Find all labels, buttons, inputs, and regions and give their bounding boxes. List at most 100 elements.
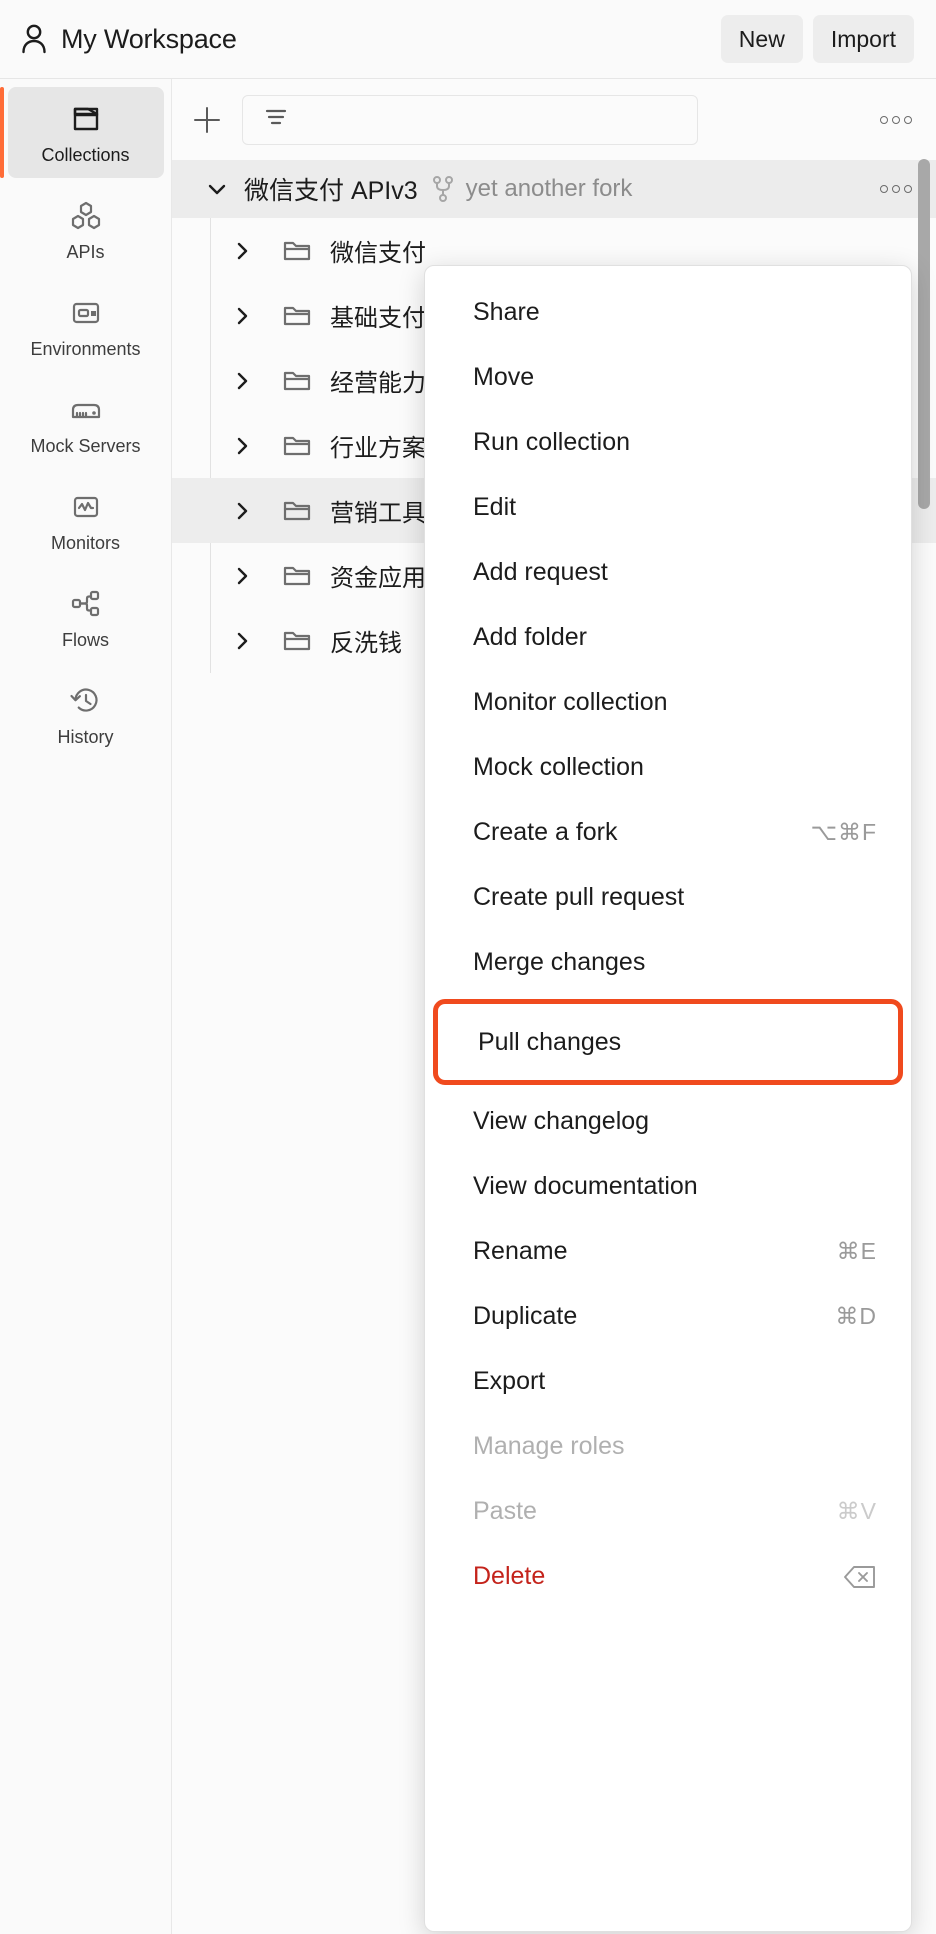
folder-name: 营销工具: [330, 500, 426, 527]
menu-item-share[interactable]: Share: [425, 280, 911, 345]
chevron-down-icon[interactable]: [200, 176, 234, 202]
postman-window: My Workspace New Import Collections APIs…: [0, 0, 936, 1934]
sidebar-item-collections[interactable]: Collections: [0, 87, 164, 178]
fork-icon: [431, 175, 455, 203]
folder-name: 反洗钱: [330, 630, 402, 657]
menu-item-label: Share: [473, 298, 540, 326]
menu-item-label: View changelog: [473, 1107, 650, 1135]
menu-item-label: Export: [473, 1367, 546, 1395]
menu-item-label: Rename: [473, 1237, 568, 1265]
sidebar-item-mock-servers[interactable]: Mock Servers: [8, 378, 164, 469]
menu-item-create-pull-request[interactable]: Create pull request: [425, 865, 911, 930]
chevron-right-icon[interactable]: [224, 434, 260, 458]
menu-item-move[interactable]: Move: [425, 345, 911, 410]
top-bar: My Workspace New Import: [0, 0, 936, 79]
sidebar-label: Monitors: [50, 533, 121, 553]
menu-item-shortcut: ⌘D: [835, 1303, 877, 1329]
menu-item-create-a-fork[interactable]: Create a fork ⌥⌘F: [425, 800, 911, 865]
sidebar-item-apis[interactable]: APIs: [8, 184, 164, 275]
workspace-title: My Workspace: [61, 23, 237, 54]
menu-item-label: Monitor collection: [473, 688, 668, 716]
collection-ellipsis-icon[interactable]: [880, 185, 912, 193]
collection-header-row[interactable]: 微信支付 APIv3 yet another fork: [172, 160, 936, 218]
topbar-actions: New Import: [720, 15, 914, 63]
menu-item-export[interactable]: Export: [425, 1349, 911, 1414]
menu-item-label: Manage roles: [473, 1432, 625, 1460]
folder-name: 基础支付: [330, 305, 426, 332]
menu-item-run-collection[interactable]: Run collection: [425, 410, 911, 475]
menu-item-paste: Paste ⌘V: [425, 1479, 911, 1544]
filter-input[interactable]: [242, 94, 698, 145]
menu-item-duplicate[interactable]: Duplicate ⌘D: [425, 1284, 911, 1349]
menu-item-pull-changes[interactable]: Pull changes: [433, 999, 903, 1085]
chevron-right-icon[interactable]: [224, 499, 260, 523]
menu-item-label: Create a fork: [473, 818, 618, 846]
toolbar-ellipsis-icon[interactable]: [880, 115, 912, 124]
menu-item-label: Add folder: [473, 623, 587, 651]
plus-icon[interactable]: [184, 97, 230, 143]
sidebar-label: Collections: [41, 145, 130, 165]
menu-item-view-documentation[interactable]: View documentation: [425, 1154, 911, 1219]
sidebar-label: Environments: [30, 339, 141, 359]
sidebar-item-monitors[interactable]: Monitors: [8, 475, 164, 566]
sidebar-label: History: [57, 727, 114, 747]
collections-toolbar: [172, 79, 936, 160]
menu-item-label: Run collection: [473, 428, 631, 456]
menu-item-label: View documentation: [473, 1172, 698, 1200]
folder-icon: [282, 238, 312, 264]
menu-item-shortcut: ⌘E: [836, 1238, 877, 1264]
fork-label: yet another fork: [465, 175, 633, 202]
folder-icon: [282, 628, 312, 654]
menu-item-label: Create pull request: [473, 883, 685, 911]
menu-item-label: Paste: [473, 1497, 537, 1525]
collection-context-menu: Share Move Run collection Edit Add reque…: [424, 265, 912, 1932]
menu-item-label: Move: [473, 363, 535, 391]
menu-item-shortcut: ⌥⌘F: [810, 819, 877, 845]
chevron-right-icon[interactable]: [224, 564, 260, 588]
menu-item-view-changelog[interactable]: View changelog: [425, 1089, 911, 1154]
menu-item-label: Pull changes: [478, 1027, 622, 1056]
folder-icon: [282, 368, 312, 394]
sidebar-item-history[interactable]: History: [8, 669, 164, 760]
vertical-scrollbar[interactable]: [918, 159, 930, 509]
menu-item-label: Edit: [473, 493, 517, 521]
chevron-right-icon[interactable]: [224, 629, 260, 653]
folder-name: 经营能力: [330, 370, 426, 397]
sidebar-label: Mock Servers: [30, 436, 141, 456]
chevron-right-icon[interactable]: [224, 304, 260, 328]
menu-item-add-request[interactable]: Add request: [425, 540, 911, 605]
menu-item-label: Duplicate: [473, 1302, 578, 1330]
left-sidebar: Collections APIs Environments Mock Serve…: [0, 79, 172, 1934]
menu-item-delete[interactable]: Delete: [425, 1544, 911, 1609]
sidebar-label: APIs: [66, 242, 105, 262]
mock-servers-icon: [68, 392, 104, 428]
menu-item-add-folder[interactable]: Add folder: [425, 605, 911, 670]
menu-item-merge-changes[interactable]: Merge changes: [425, 930, 911, 995]
folder-name: 行业方案: [330, 435, 426, 462]
menu-item-monitor-collection[interactable]: Monitor collection: [425, 670, 911, 735]
folder-icon: [282, 563, 312, 589]
folder-name: 资金应用: [330, 565, 426, 592]
chevron-right-icon[interactable]: [224, 239, 260, 263]
menu-item-edit[interactable]: Edit: [425, 475, 911, 540]
collection-name: 微信支付 APIv3: [244, 177, 418, 205]
sidebar-item-environments[interactable]: Environments: [8, 281, 164, 372]
new-button[interactable]: New: [720, 15, 803, 63]
menu-item-label: Mock collection: [473, 753, 644, 781]
folder-icon: [282, 433, 312, 459]
sidebar-item-flows[interactable]: Flows: [8, 572, 164, 663]
environments-icon: [68, 295, 104, 331]
folder-icon: [282, 303, 312, 329]
menu-item-manage-roles: Manage roles: [425, 1414, 911, 1479]
menu-item-label: Merge changes: [473, 948, 646, 976]
menu-item-mock-collection[interactable]: Mock collection: [425, 735, 911, 800]
menu-item-rename[interactable]: Rename ⌘E: [425, 1219, 911, 1284]
chevron-right-icon[interactable]: [224, 369, 260, 393]
sidebar-label: Flows: [61, 630, 109, 650]
apis-icon: [68, 198, 104, 234]
import-button[interactable]: Import: [812, 15, 914, 63]
monitors-icon: [68, 489, 104, 525]
menu-item-label: Delete: [473, 1562, 546, 1590]
backspace-icon: [843, 1564, 877, 1590]
folder-name: 微信支付: [330, 240, 426, 267]
